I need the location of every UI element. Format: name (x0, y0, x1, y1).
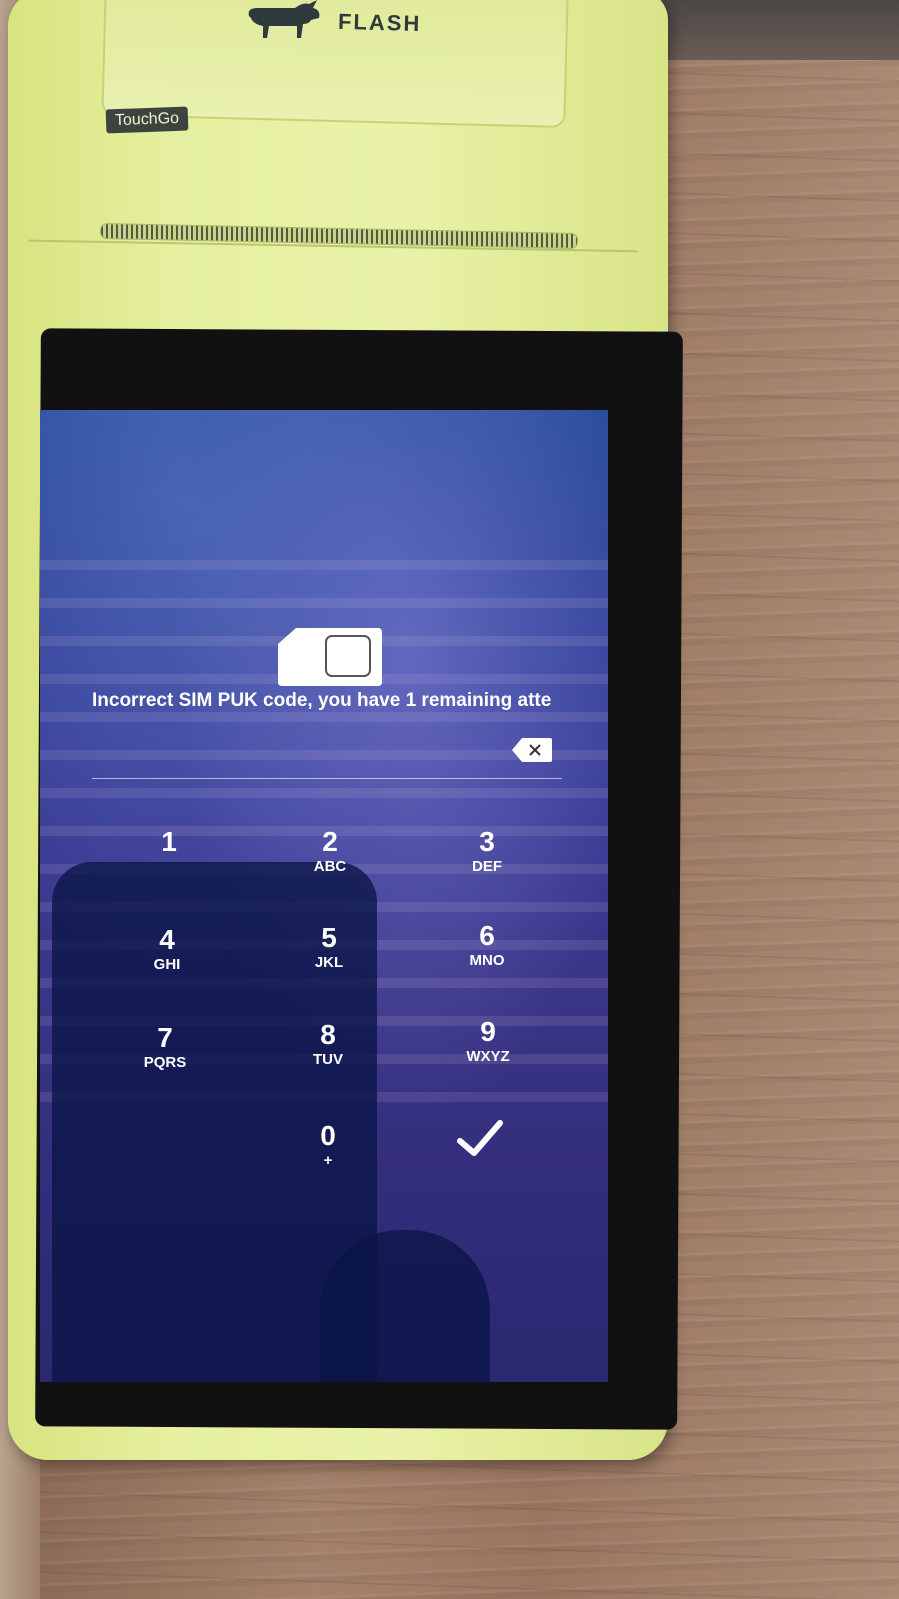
key-digit: 0 (320, 1120, 336, 1151)
sim-card-icon (278, 628, 382, 686)
key-2[interactable]: 2 ABC (275, 828, 385, 908)
key-digit: 6 (479, 920, 495, 951)
key-3[interactable]: 3 DEF (432, 828, 542, 908)
key-digit: 5 (321, 922, 337, 953)
key-4[interactable]: 4 GHI (112, 926, 222, 1006)
key-digit: 3 (479, 826, 495, 857)
bull-logo-icon (248, 0, 320, 38)
key-digit: 1 (161, 826, 177, 857)
key-0[interactable]: 0 + (273, 1122, 383, 1202)
brand-name: FLASH (337, 8, 422, 37)
key-digit: 7 (157, 1022, 173, 1053)
key-letters: ABC (313, 858, 347, 875)
key-letters: + (323, 1152, 333, 1169)
backspace-icon[interactable] (512, 738, 552, 762)
model-badge: TouchGo (105, 106, 189, 134)
key-1[interactable]: 1 (114, 828, 224, 908)
key-letters: JKL (314, 954, 344, 971)
key-digit: 4 (159, 924, 175, 955)
puk-input[interactable] (92, 738, 562, 779)
key-digit: 8 (320, 1019, 336, 1050)
key-letters: GHI (153, 956, 181, 973)
shoulder-shadow (320, 1230, 490, 1382)
key-letters: DEF (472, 858, 502, 875)
key-9[interactable]: 9 WXYZ (433, 1018, 543, 1098)
key-digit: 9 (480, 1016, 496, 1047)
key-letters: WXYZ (466, 1048, 510, 1065)
sim-puk-error-message: Incorrect SIM PUK code, you have 1 remai… (92, 690, 552, 711)
key-7[interactable]: 7 PQRS (110, 1024, 220, 1104)
key-letters: MNO (469, 952, 505, 969)
key-5[interactable]: 5 JKL (274, 924, 384, 1004)
checkmark-icon[interactable] (452, 1115, 508, 1163)
lock-screen: Incorrect SIM PUK code, you have 1 remai… (40, 410, 608, 1382)
key-8[interactable]: 8 TUV (273, 1021, 383, 1101)
key-6[interactable]: 6 MNO (432, 922, 542, 1002)
key-letters: PQRS (143, 1054, 187, 1071)
key-digit: 2 (322, 826, 338, 857)
key-letters: TUV (313, 1051, 343, 1068)
